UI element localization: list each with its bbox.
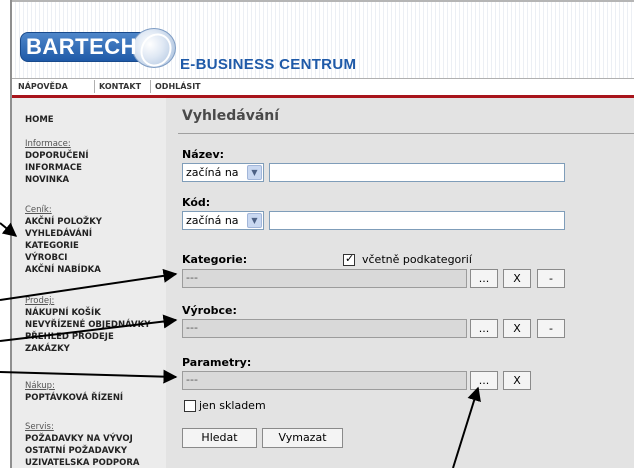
sidebar-item-akcni-nabidka[interactable]: AKČNÍ NABÍDKA: [25, 265, 101, 275]
parametry-field: ---: [182, 371, 467, 390]
globe-icon: [132, 28, 176, 68]
nav-separator: [150, 80, 151, 93]
sidebar-item-poptavkova-rizeni[interactable]: POPTÁVKOVÁ ŘÍZENÍ: [25, 393, 123, 403]
sidebar-item-vyhledavani[interactable]: VYHLEDÁVÁNÍ: [25, 229, 92, 239]
nav-separator: [94, 80, 95, 93]
sidebar-item-doporuceni[interactable]: DOPORUČENÍ: [25, 151, 89, 161]
title-divider: [178, 133, 634, 134]
nav-kontakt[interactable]: KONTAKT: [99, 82, 141, 91]
kategorie-label: Kategorie:: [182, 253, 248, 266]
chevron-down-icon[interactable]: ▼: [247, 213, 262, 228]
sidebar-item-prehled-prodeje[interactable]: PŘEHLED PRODEJE: [25, 332, 114, 342]
kategorie-clear-button[interactable]: X: [503, 269, 531, 288]
parametry-label: Parametry:: [182, 356, 252, 369]
kategorie-field: ---: [182, 269, 467, 288]
in-stock-label: jen skladem: [199, 399, 266, 412]
kod-mode-select[interactable]: začíná na ▼: [182, 211, 264, 230]
logo[interactable]: BARTECH: [14, 14, 176, 68]
sidebar-heading-informace[interactable]: Informace:: [25, 139, 71, 149]
sidebar-item-novinka[interactable]: NOVINKA: [25, 175, 69, 185]
nazev-mode-value: začíná na: [186, 166, 239, 179]
in-stock-checkbox[interactable]: [184, 400, 196, 412]
logo-text: BARTECH: [26, 34, 138, 59]
sidebar-item-akcni-polozky[interactable]: AKČNÍ POLOŽKY: [25, 217, 102, 227]
sidebar-heading-nakup[interactable]: Nákup:: [25, 381, 55, 391]
parametry-browse-button[interactable]: ...: [470, 371, 498, 390]
sidebar-item-home[interactable]: HOME: [25, 115, 54, 125]
sidebar-heading-cenik[interactable]: Ceník:: [25, 205, 52, 215]
nazev-label: Název:: [182, 148, 225, 161]
include-subcategories-label: včetně podkategorií: [362, 253, 472, 266]
top-nav: NÁPOVĚDA KONTAKT ODHLÁSIT: [12, 78, 634, 95]
kategorie-browse-button[interactable]: ...: [470, 269, 498, 288]
vyrobce-field: ---: [182, 319, 467, 338]
vyrobce-clear-button[interactable]: X: [503, 319, 531, 338]
reset-button[interactable]: Vymazat: [262, 428, 343, 448]
sidebar-item-nakupni-kosik[interactable]: NÁKUPNÍ KOŠÍK: [25, 308, 101, 318]
sidebar-item-kategorie[interactable]: KATEGORIE: [25, 241, 79, 251]
kod-mode-value: začíná na: [186, 214, 239, 227]
vyrobce-browse-button[interactable]: ...: [470, 319, 498, 338]
kategorie-remove-button[interactable]: -: [537, 269, 565, 288]
sidebar-item-ostatni-pozadavky[interactable]: OSTATNÍ POŽADAVKY: [25, 446, 127, 456]
sidebar-heading-servis[interactable]: Servis:: [25, 422, 54, 432]
sidebar-item-informace[interactable]: INFORMACE: [25, 163, 82, 173]
sidebar-item-nevyrizene-objednavky[interactable]: NEVYŘÍZENÉ OBJEDNÁVKY: [25, 320, 150, 330]
nazev-mode-select[interactable]: začíná na ▼: [182, 163, 264, 182]
include-subcategories-checkbox[interactable]: [343, 252, 355, 266]
nav-odhlasit[interactable]: ODHLÁSIT: [155, 82, 201, 91]
nav-napoveda[interactable]: NÁPOVĚDA: [18, 82, 68, 91]
kod-label: Kód:: [182, 196, 211, 209]
sidebar-heading-prodej[interactable]: Prodej:: [25, 296, 54, 306]
page-title: Vyhledávání: [182, 108, 280, 124]
sidebar-item-pozadavky-na-vyvoj[interactable]: POŽADAVKY NA VÝVOJ: [25, 434, 133, 444]
brand-title: E-BUSINESS CENTRUM: [180, 56, 357, 73]
parametry-clear-button[interactable]: X: [503, 371, 531, 390]
sidebar-item-zakazky[interactable]: ZAKÁZKY: [25, 344, 70, 354]
sidebar-item-vyrobci[interactable]: VÝROBCI: [25, 253, 67, 263]
sidebar: HOME Informace: DOPORUČENÍ INFORMACE NOV…: [12, 98, 166, 468]
nazev-input[interactable]: [269, 163, 565, 182]
chevron-down-icon[interactable]: ▼: [247, 165, 262, 180]
vyrobce-remove-button[interactable]: -: [537, 319, 565, 338]
sidebar-item-uzivatelska-podpora[interactable]: UŽIVATELSKÁ PODPORA: [25, 458, 140, 466]
search-button[interactable]: Hledat: [182, 428, 257, 448]
vyrobce-label: Výrobce:: [182, 304, 237, 317]
kod-input[interactable]: [269, 211, 565, 230]
